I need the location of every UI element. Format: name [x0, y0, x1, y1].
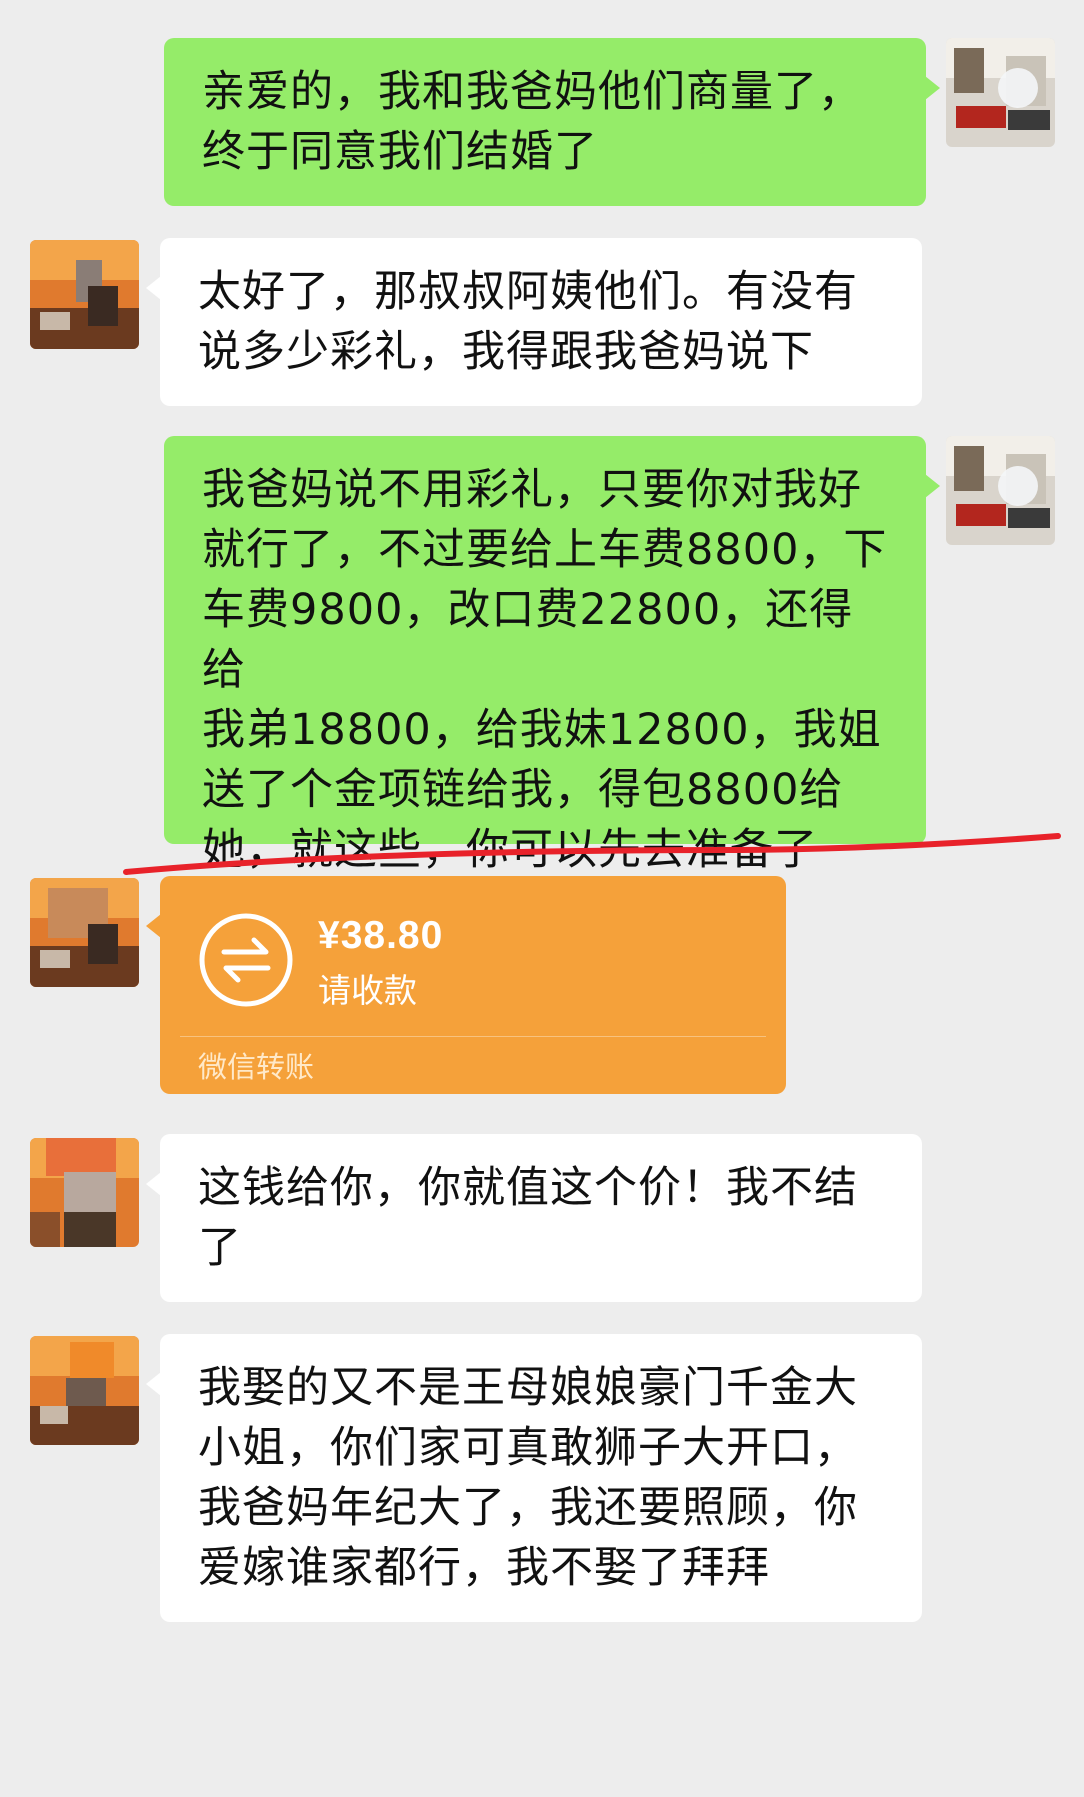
message-bubble-incoming[interactable]: 我娶的又不是王母娘娘豪门千金大 小姐，你们家可真敢狮子大开口， 我爸妈年纪大了，… — [146, 1334, 922, 1622]
chat-window: 亲爱的，我和我爸妈他们商量了， 终于同意我们结婚了 太好了，那叔叔阿姨他们。有没… — [0, 0, 1084, 1797]
contact-avatar[interactable] — [30, 1138, 139, 1247]
message-bubble-incoming[interactable]: 太好了，那叔叔阿姨他们。有没有 说多少彩礼，我得跟我爸妈说下 — [146, 238, 922, 406]
transfer-status: 请收款 — [318, 971, 417, 1010]
room-photo-icon — [946, 38, 1055, 147]
transfer-footer-label: 微信转账 — [198, 1050, 315, 1084]
contact-avatar[interactable] — [30, 240, 139, 349]
sunset-photo-icon — [30, 1336, 139, 1445]
transfer-card[interactable]: ¥38.80 请收款 微信转账 — [146, 876, 786, 1094]
user-avatar[interactable] — [946, 38, 1055, 147]
contact-avatar[interactable] — [30, 878, 139, 987]
message-bubble-outgoing[interactable]: 亲爱的，我和我爸妈他们商量了， 终于同意我们结婚了 — [164, 38, 940, 206]
sunset-photo-icon — [30, 1138, 139, 1247]
sunset-photo-icon — [30, 878, 139, 987]
message-bubble-incoming[interactable]: 这钱给你，你就值这个价！我不结 了 — [146, 1134, 922, 1302]
sunset-photo-icon — [30, 240, 139, 349]
room-photo-icon — [946, 436, 1055, 545]
message-bubble-outgoing[interactable]: 我爸妈说不用彩礼，只要你对我好 就行了，不过要给上车费8800，下 车费9800… — [164, 436, 940, 875]
divider — [180, 1036, 766, 1037]
contact-avatar[interactable] — [30, 1336, 139, 1445]
transfer-arrows-icon — [199, 913, 293, 1007]
transfer-amount: ¥38.80 — [318, 914, 444, 957]
user-avatar[interactable] — [946, 436, 1055, 545]
